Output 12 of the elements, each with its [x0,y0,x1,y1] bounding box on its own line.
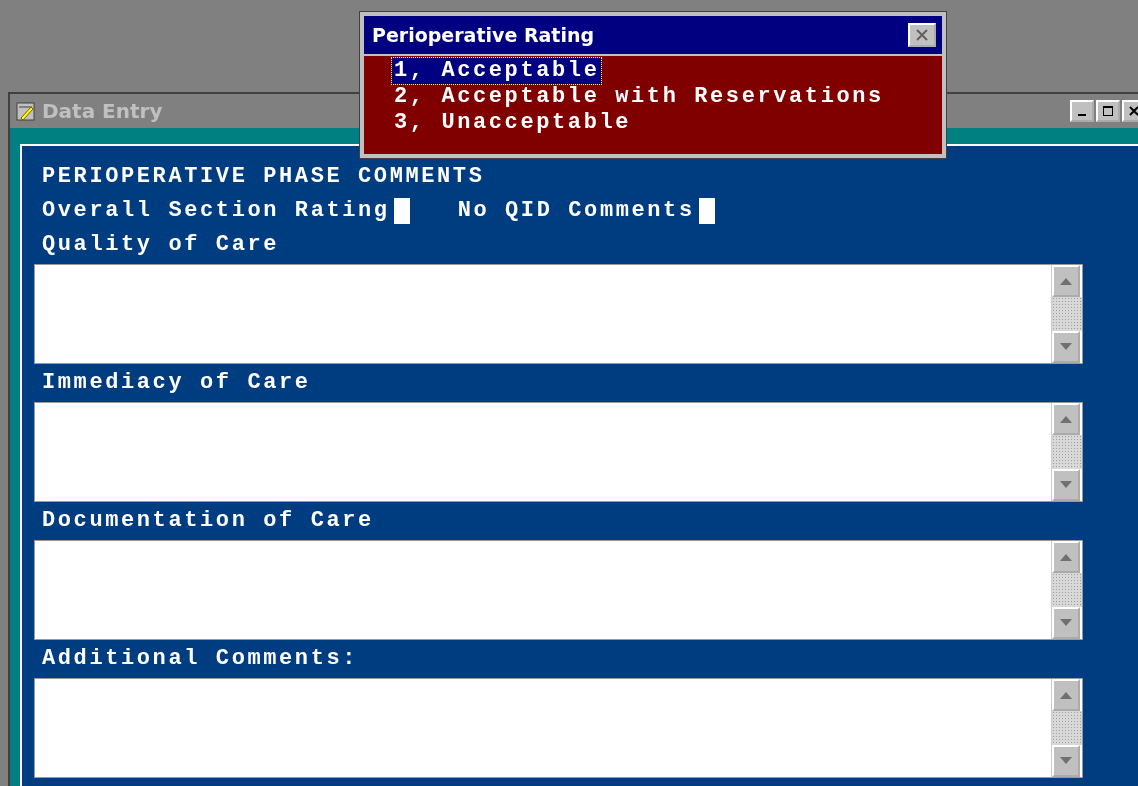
section-label: Quality of Care [41,231,281,259]
section-label: Documentation of Care [41,507,375,535]
section-label: Immediacy of Care [41,369,312,397]
window-title: Data Entry [42,99,163,123]
field-label: Overall Section Rating [41,197,390,225]
popup-title: Perioperative Rating [372,24,595,46]
section-label: Additional Comments: [41,645,360,673]
rating-option[interactable]: 3, Unacceptable [392,110,634,136]
field-label: No QID Comments [456,197,695,225]
rating-option[interactable]: 2, Acceptable with Reservations [392,84,886,110]
form-heading: PERIOPERATIVE PHASE COMMENTS [41,163,486,191]
rating-option[interactable]: 1, Acceptable [392,58,602,84]
